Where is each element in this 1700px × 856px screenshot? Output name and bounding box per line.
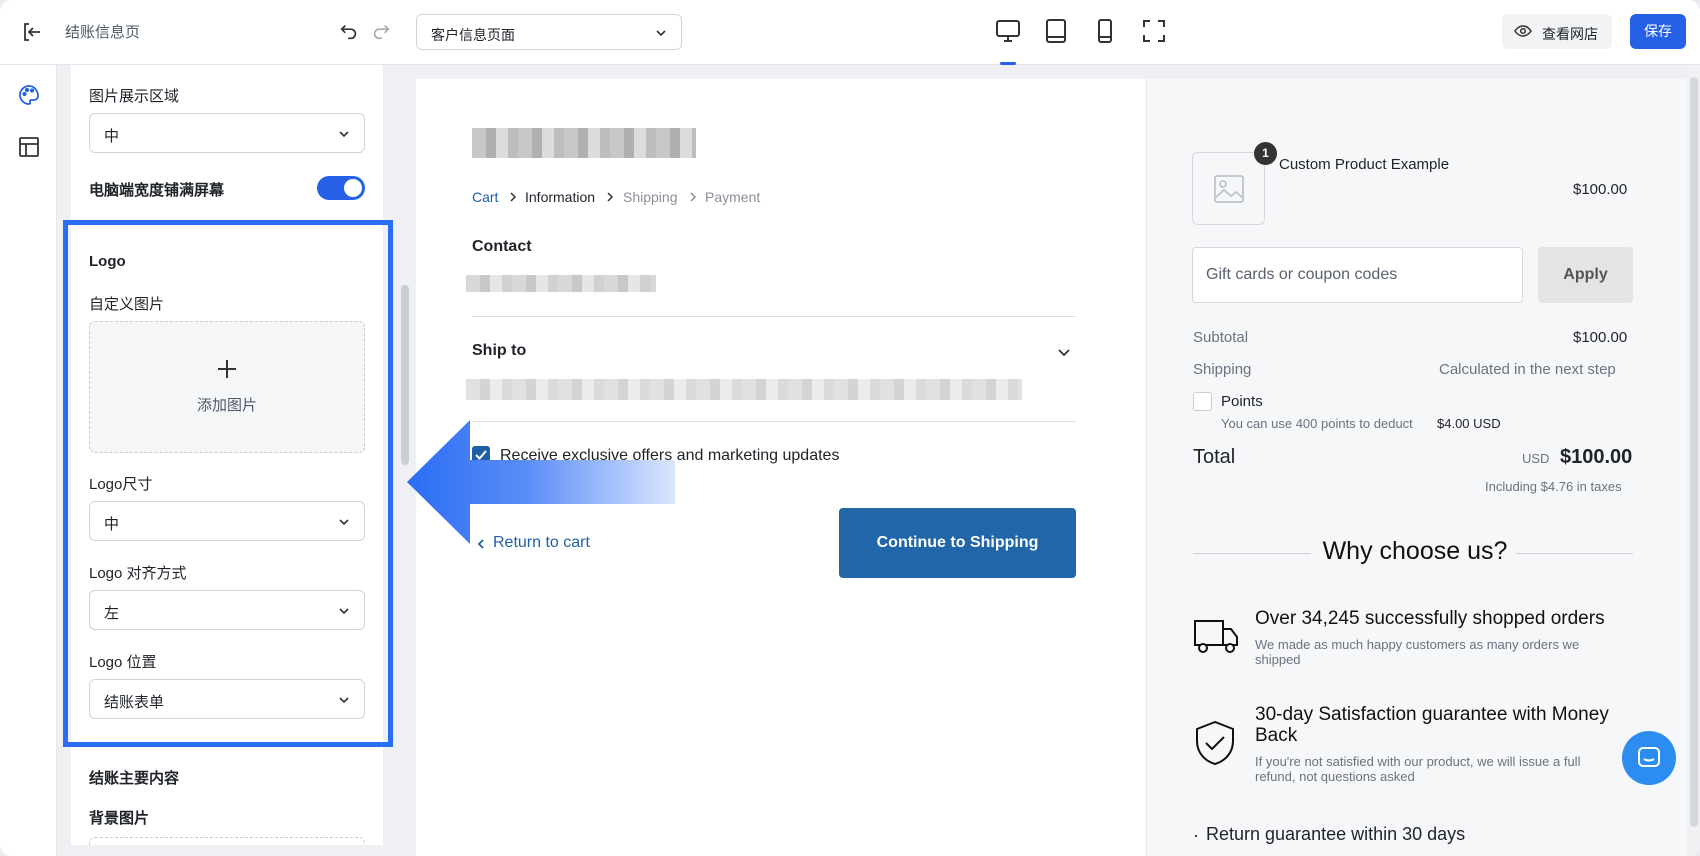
points-checkbox[interactable] [1193,392,1212,411]
layout-icon[interactable] [17,135,41,159]
store-logo-placeholder [472,128,696,158]
why-divider-right [1516,553,1633,554]
product-thumbnail [1192,152,1265,225]
chevron-right-icon [690,192,697,202]
desktop-icon[interactable] [993,16,1023,46]
points-note: You can use 400 points to deduct [1221,416,1413,431]
return-guarantee-text: Return guarantee within 30 days [1206,824,1466,844]
divider [472,316,1076,317]
truck-icon [1194,620,1238,653]
palette-icon[interactable] [17,83,41,107]
ship-to-address-redacted [466,379,1022,400]
page-title: 结账信息页 [65,24,141,41]
chevron-down-icon [339,131,349,138]
total-value: $100.00 [1560,446,1633,468]
subtotal-value: $100.00 [1573,329,1628,346]
preview-scrollbar[interactable] [1688,65,1700,856]
shield-check-icon [1196,720,1234,766]
return-guarantee-bullet: · [1193,825,1199,845]
preview-scroll-thumb[interactable] [1690,77,1698,827]
shipping-label: Shipping [1193,361,1252,378]
toggle-knob [344,179,362,197]
coupon-input[interactable]: Gift cards or coupon codes [1192,247,1523,303]
app-window: 结账信息页 客户信息页面 查看网店 保存 图片展示区域 中 电脑端宽度铺满屏幕 … [0,0,1700,856]
feature-guarantee-title: 30-day Satisfaction guarantee with Money… [1255,704,1609,746]
breadcrumb-information: Information [525,189,596,205]
pointer-arrow-icon [407,420,675,544]
view-store-label: 查看网店 [1542,26,1598,42]
image-area-select[interactable]: 中 [89,113,365,153]
product-quantity-badge: 1 [1254,142,1277,165]
contact-heading: Contact [472,238,532,255]
redo-icon[interactable] [370,20,392,42]
continue-to-shipping-button[interactable]: Continue to Shipping [839,508,1076,578]
product-price: $100.00 [1573,181,1628,198]
feature-guarantee-desc: If you're not satisfied with our product… [1255,754,1581,784]
chat-icon [1638,747,1660,767]
product-name: Custom Product Example [1279,156,1450,173]
breadcrumb-payment: Payment [705,189,761,205]
chevron-down-icon [656,30,666,37]
tablet-icon[interactable] [1041,16,1071,46]
coupon-placeholder: Gift cards or coupon codes [1206,266,1398,283]
eye-icon [1514,25,1532,37]
undo-icon[interactable] [338,20,360,42]
image-area-label: 图片展示区域 [89,88,180,105]
apply-coupon-button[interactable]: Apply [1538,247,1633,303]
left-rail [0,65,57,856]
fullwidth-toggle[interactable] [317,176,365,200]
background-image-label: 背景图片 [89,810,150,827]
total-label: Total [1193,446,1236,468]
top-bar: 结账信息页 客户信息页面 查看网店 保存 [0,0,1700,65]
points-label: Points [1221,393,1263,410]
points-amount: $4.00 USD [1437,416,1501,431]
page-select[interactable]: 客户信息页面 [416,14,682,50]
fullwidth-label: 电脑端宽度铺满屏幕 [89,182,225,199]
why-choose-us-heading: Why choose us? [1322,537,1508,565]
mobile-icon[interactable] [1090,16,1120,46]
why-divider-left [1193,553,1311,554]
fullscreen-icon[interactable] [1139,16,1169,46]
feature-orders-title: Over 34,245 successfully shopped orders [1255,608,1605,629]
main-content-section-heading: 结账主要内容 [89,770,180,787]
background-image-dropzone[interactable] [89,837,365,845]
breadcrumb-cart[interactable]: Cart [472,189,498,205]
chevron-right-icon [510,192,517,202]
chevron-right-icon [607,192,614,202]
total-currency: USD [1522,451,1550,466]
chevron-down-icon[interactable] [1056,344,1072,360]
view-store-button[interactable]: 查看网店 [1502,14,1612,49]
image-placeholder-icon [1214,175,1244,203]
save-button[interactable]: 保存 [1630,14,1686,49]
tax-note: Including $4.76 in taxes [1485,479,1622,494]
chat-launcher-button[interactable] [1622,731,1676,785]
contact-value-redacted [466,275,656,292]
breadcrumb-shipping: Shipping [623,189,678,205]
feature-orders-desc: We made as much happy customers as many … [1255,637,1580,667]
image-area-value: 中 [104,128,120,145]
ship-to-heading: Ship to [472,342,527,359]
page-select-value: 客户信息页面 [431,27,515,43]
shipping-value: Calculated in the next step [1439,361,1616,378]
subtotal-label: Subtotal [1193,329,1249,346]
logo-settings-highlight [63,220,393,747]
exit-icon[interactable] [20,20,44,44]
